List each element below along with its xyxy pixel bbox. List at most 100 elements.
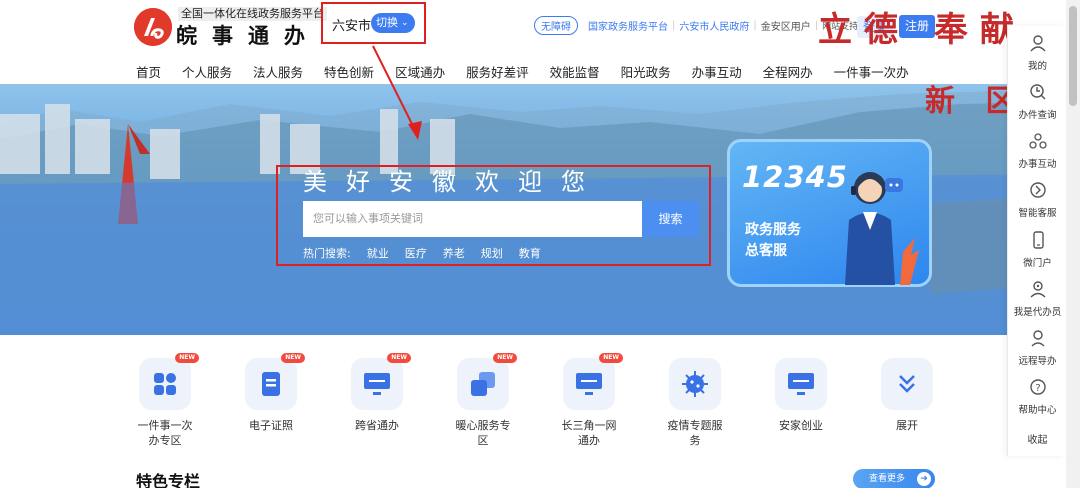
- phone-icon: [1032, 231, 1044, 249]
- section-title: 特色专栏: [136, 472, 201, 488]
- document-icon: [262, 372, 280, 396]
- nav-online[interactable]: 全程网办: [763, 62, 813, 81]
- service-tile[interactable]: [881, 358, 933, 410]
- hot-term[interactable]: 就业: [367, 245, 389, 261]
- hot-term[interactable]: 医疗: [405, 245, 427, 261]
- double-chevron-down-icon: [899, 375, 915, 393]
- city-switch-button[interactable]: 切换 ⌄: [371, 13, 415, 33]
- logo-icon[interactable]: [134, 8, 172, 46]
- virus-icon: [682, 371, 708, 397]
- current-city: 六安市: [332, 19, 372, 34]
- clock-search-icon: [1029, 84, 1045, 100]
- nav-regional[interactable]: 区域通办: [395, 62, 445, 81]
- sidebar-label: 我是代办员: [1013, 307, 1062, 318]
- sidebar-item-interaction[interactable]: 办事互动: [1008, 132, 1067, 170]
- sidebar-item-agent[interactable]: 我是代办员: [1008, 280, 1067, 318]
- view-more-label: 查看更多: [869, 474, 906, 484]
- sidebar-collapse-button[interactable]: 收起: [1008, 431, 1067, 446]
- brand-title[interactable]: 皖事通办: [176, 20, 320, 50]
- layers-icon: [471, 372, 495, 396]
- scrollbar-thumb[interactable]: [1069, 6, 1077, 106]
- sidebar-item-query[interactable]: 办件查询: [1008, 83, 1067, 121]
- new-badge: NEW: [599, 353, 623, 363]
- service-tile[interactable]: NEW: [351, 353, 411, 410]
- new-badge: NEW: [281, 353, 305, 363]
- sidebar-item-ai-service[interactable]: 智能客服: [1008, 181, 1067, 219]
- hotline-label: 总客服: [745, 243, 787, 259]
- service-label: 电子证照: [249, 419, 293, 432]
- chat-icon: [1028, 133, 1047, 149]
- nav-supervision[interactable]: 效能监督: [550, 62, 600, 81]
- service-tile[interactable]: [775, 358, 827, 410]
- nav-one-thing[interactable]: 一件事一次办: [834, 62, 909, 81]
- service-item[interactable]: NEW 电子证照: [236, 353, 306, 433]
- nav-home[interactable]: 首页: [136, 62, 161, 81]
- nav-personal[interactable]: 个人服务: [182, 62, 232, 81]
- nav-legal[interactable]: 法人服务: [253, 62, 303, 81]
- nav-evaluation[interactable]: 服务好差评: [466, 62, 529, 81]
- search-button[interactable]: 搜索: [642, 201, 699, 237]
- service-shortcuts: NEW 一件事一次办专区 NEW 电子证照 NEW 跨省通办 NEW 暖心服务专…: [130, 353, 942, 453]
- service-tile[interactable]: NEW: [563, 353, 623, 410]
- nav-innovation[interactable]: 特色创新: [324, 62, 374, 81]
- sidebar-label: 微门户: [1023, 258, 1052, 269]
- service-label: 一件事一次办专区: [137, 419, 193, 447]
- service-tile[interactable]: [669, 358, 721, 410]
- hot-search: 热门搜索: 就业 医疗 养老 规划 教育: [303, 245, 557, 261]
- user-icon: [1029, 35, 1046, 52]
- new-badge: NEW: [387, 353, 411, 363]
- monitor-icon: [788, 373, 814, 395]
- sidebar-label: 帮助中心: [1018, 405, 1057, 416]
- service-item[interactable]: 安家创业: [766, 358, 836, 433]
- view-more-button[interactable]: 查看更多 ➜: [853, 469, 935, 488]
- customer-service-agent-icon: [845, 172, 919, 285]
- service-item[interactable]: NEW 长三角一网通办: [554, 353, 624, 448]
- service-tile[interactable]: NEW: [457, 353, 517, 410]
- service-item[interactable]: NEW 跨省通办: [342, 353, 412, 433]
- right-sidebar: 我的 办件查询 办事互动 智能客服 微门户 我是代办员 远程导办 ? 帮助中心: [1007, 26, 1066, 456]
- sidebar-label: 智能客服: [1018, 208, 1057, 219]
- hot-term[interactable]: 规划: [481, 245, 503, 261]
- service-label: 疫情专题服务: [667, 419, 723, 447]
- service-item[interactable]: NEW 暖心服务专区: [448, 353, 518, 448]
- new-badge: NEW: [175, 353, 199, 363]
- monitor-icon: [576, 373, 602, 395]
- district-user[interactable]: 金安区用户: [757, 18, 815, 33]
- service-label: 展开: [896, 419, 918, 432]
- sidebar-item-remote-guide[interactable]: 远程导办: [1008, 329, 1067, 367]
- service-label: 长三角一网通办: [561, 419, 617, 447]
- service-tile[interactable]: NEW: [245, 353, 305, 410]
- grid-icon: [154, 373, 176, 395]
- robot-icon: [1029, 182, 1046, 198]
- service-item[interactable]: NEW 一件事一次办专区: [130, 353, 200, 448]
- sidebar-label: 办件查询: [1018, 110, 1057, 121]
- service-label: 暖心服务专区: [455, 419, 511, 447]
- agent-icon: [1030, 281, 1045, 298]
- service-label: 跨省通办: [355, 419, 399, 432]
- hot-term[interactable]: 养老: [443, 245, 465, 261]
- sidebar-item-micro-portal[interactable]: 微门户: [1008, 231, 1067, 269]
- link-city-government[interactable]: 六安市人民政府: [675, 18, 753, 33]
- help-icon: ?: [1029, 379, 1046, 395]
- main-nav: 首页 个人服务 法人服务 特色创新 区域通办 服务好差评 效能监督 阳光政务 办…: [136, 62, 930, 81]
- service-tile[interactable]: NEW: [139, 353, 199, 410]
- hotline-label: 政务服务: [745, 222, 801, 238]
- sidebar-item-mine[interactable]: 我的: [1008, 34, 1067, 72]
- search-input[interactable]: 您可以输入事项关键词: [303, 201, 642, 237]
- service-label: 安家创业: [779, 419, 823, 432]
- sidebar-item-help[interactable]: ? 帮助中心: [1008, 378, 1067, 416]
- nav-transparency[interactable]: 阳光政务: [621, 62, 671, 81]
- link-national-platform[interactable]: 国家政务服务平台: [584, 18, 672, 33]
- hot-term[interactable]: 教育: [519, 245, 541, 261]
- service-item[interactable]: 展开: [872, 358, 942, 433]
- nav-interaction[interactable]: 办事互动: [692, 62, 742, 81]
- service-item[interactable]: 疫情专题服务: [660, 358, 730, 448]
- sidebar-label: 办事互动: [1018, 159, 1057, 170]
- hot-search-label: 热门搜索:: [303, 247, 351, 260]
- guide-icon: [1031, 330, 1044, 347]
- sidebar-label: 我的: [1027, 61, 1047, 72]
- accessibility-button[interactable]: 无障碍: [534, 16, 578, 35]
- chevron-down-icon: ⌄: [401, 18, 409, 28]
- banner-slogan: 立德 奉献: [818, 10, 1026, 50]
- welcome-heading: 美好安徽欢迎您: [303, 168, 604, 196]
